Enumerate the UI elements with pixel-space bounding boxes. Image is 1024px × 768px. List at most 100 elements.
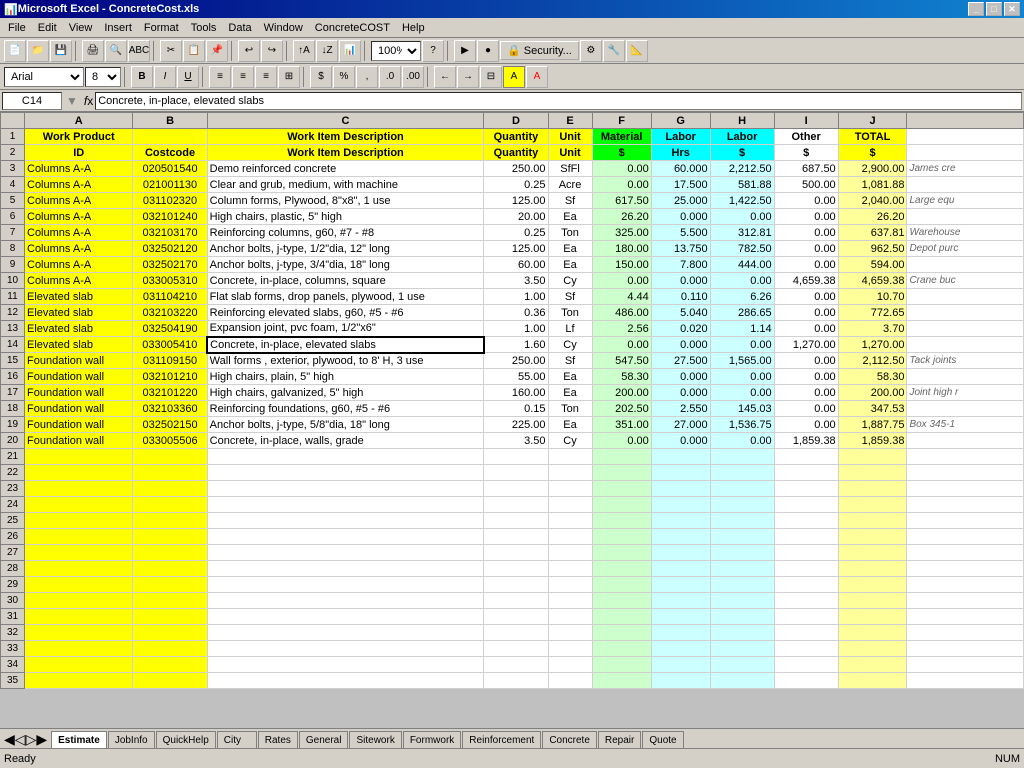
- cell-j20[interactable]: 1,859.38: [838, 433, 907, 449]
- cell-a29[interactable]: [25, 577, 133, 593]
- cell-F1[interactable]: Material: [592, 129, 651, 145]
- cell-f34[interactable]: [592, 657, 651, 673]
- cell-j32[interactable]: [838, 625, 907, 641]
- cell-c21[interactable]: [207, 449, 484, 465]
- cell-i35[interactable]: [774, 673, 838, 689]
- tab-quote[interactable]: Quote: [642, 731, 683, 748]
- cell-J1[interactable]: TOTAL: [838, 129, 907, 145]
- cell-G1[interactable]: Labor: [651, 129, 710, 145]
- cell-c20[interactable]: Concrete, in-place, walls, grade: [207, 433, 484, 449]
- cell-g3[interactable]: 60.000: [651, 161, 710, 177]
- cell-f5[interactable]: 617.50: [592, 193, 651, 209]
- cell-a9[interactable]: Columns A-A: [25, 257, 133, 273]
- cell-h14[interactable]: 0.00: [710, 337, 774, 353]
- cell-k19[interactable]: Box 345-1: [907, 417, 1024, 433]
- cell-b30[interactable]: [133, 593, 207, 609]
- cell-d11[interactable]: 1.00: [484, 289, 548, 305]
- cell-a25[interactable]: [25, 513, 133, 529]
- increase-decimal-button[interactable]: .0: [379, 66, 401, 88]
- cell-k16[interactable]: [907, 369, 1024, 385]
- cell-b31[interactable]: [133, 609, 207, 625]
- cell-c29[interactable]: [207, 577, 484, 593]
- cell-g11[interactable]: 0.110: [651, 289, 710, 305]
- cell-j18[interactable]: 347.53: [838, 401, 907, 417]
- cell-a30[interactable]: [25, 593, 133, 609]
- cell-i20[interactable]: 1,859.38: [774, 433, 838, 449]
- cell-f32[interactable]: [592, 625, 651, 641]
- col-header-J[interactable]: J: [838, 113, 907, 129]
- cell-c10[interactable]: Concrete, in-place, columns, square: [207, 273, 484, 289]
- cell-b10[interactable]: 033005310: [133, 273, 207, 289]
- tab-concrete[interactable]: Concrete: [542, 731, 597, 748]
- cell-d22[interactable]: [484, 465, 548, 481]
- cell-d33[interactable]: [484, 641, 548, 657]
- cell-a23[interactable]: [25, 481, 133, 497]
- cell-f25[interactable]: [592, 513, 651, 529]
- extra-button[interactable]: 📐: [626, 40, 648, 62]
- minimize-button[interactable]: _: [968, 2, 984, 16]
- cell-K1[interactable]: [907, 129, 1024, 145]
- cell-a28[interactable]: [25, 561, 133, 577]
- cell-j6[interactable]: 26.20: [838, 209, 907, 225]
- cell-k14[interactable]: [907, 337, 1024, 353]
- cell-D1[interactable]: Quantity: [484, 129, 548, 145]
- cell-c13[interactable]: Expansion joint, pvc foam, 1/2"x6": [207, 321, 484, 337]
- cell-B2[interactable]: Costcode: [133, 145, 207, 161]
- cell-j3[interactable]: 2,900.00: [838, 161, 907, 177]
- close-button[interactable]: ✕: [1004, 2, 1020, 16]
- cell-d13[interactable]: 1.00: [484, 321, 548, 337]
- cell-D2[interactable]: Quantity: [484, 145, 548, 161]
- undo-button[interactable]: ↩: [238, 40, 260, 62]
- cell-g30[interactable]: [651, 593, 710, 609]
- cell-i34[interactable]: [774, 657, 838, 673]
- cell-f29[interactable]: [592, 577, 651, 593]
- cell-e11[interactable]: Sf: [548, 289, 592, 305]
- cell-j8[interactable]: 962.50: [838, 241, 907, 257]
- cell-g7[interactable]: 5.500: [651, 225, 710, 241]
- cell-e20[interactable]: Cy: [548, 433, 592, 449]
- cell-d16[interactable]: 55.00: [484, 369, 548, 385]
- cell-i13[interactable]: 0.00: [774, 321, 838, 337]
- cell-c8[interactable]: Anchor bolts, j-type, 1/2"dia, 12" long: [207, 241, 484, 257]
- cell-a4[interactable]: Columns A-A: [25, 177, 133, 193]
- cell-b18[interactable]: 032103360: [133, 401, 207, 417]
- cell-g4[interactable]: 17.500: [651, 177, 710, 193]
- cell-g6[interactable]: 0.000: [651, 209, 710, 225]
- cell-h22[interactable]: [710, 465, 774, 481]
- cell-h6[interactable]: 0.00: [710, 209, 774, 225]
- chart-button[interactable]: 📊: [339, 40, 361, 62]
- save-button[interactable]: 💾: [50, 40, 72, 62]
- cell-i14[interactable]: 1,270.00: [774, 337, 838, 353]
- cell-c12[interactable]: Reinforcing elevated slabs, g60, #5 - #6: [207, 305, 484, 321]
- cell-b24[interactable]: [133, 497, 207, 513]
- col-header-A[interactable]: A: [25, 113, 133, 129]
- font-name-select[interactable]: Arial: [4, 67, 84, 87]
- cell-h29[interactable]: [710, 577, 774, 593]
- cell-g18[interactable]: 2.550: [651, 401, 710, 417]
- cell-d27[interactable]: [484, 545, 548, 561]
- cell-d8[interactable]: 125.00: [484, 241, 548, 257]
- cell-e13[interactable]: Lf: [548, 321, 592, 337]
- decrease-decimal-button[interactable]: .00: [402, 66, 424, 88]
- cell-k33[interactable]: [907, 641, 1024, 657]
- tab-scroll-right[interactable]: ▶: [36, 731, 47, 748]
- cell-i23[interactable]: [774, 481, 838, 497]
- cell-i31[interactable]: [774, 609, 838, 625]
- cell-k3[interactable]: James cre: [907, 161, 1024, 177]
- cell-i29[interactable]: [774, 577, 838, 593]
- cell-g20[interactable]: 0.000: [651, 433, 710, 449]
- italic-button[interactable]: I: [154, 66, 176, 88]
- cell-c22[interactable]: [207, 465, 484, 481]
- menu-file[interactable]: File: [2, 20, 32, 36]
- cell-b21[interactable]: [133, 449, 207, 465]
- cell-f15[interactable]: 547.50: [592, 353, 651, 369]
- cell-a15[interactable]: Foundation wall: [25, 353, 133, 369]
- cell-d23[interactable]: [484, 481, 548, 497]
- cell-e15[interactable]: Sf: [548, 353, 592, 369]
- cell-b34[interactable]: [133, 657, 207, 673]
- cell-f35[interactable]: [592, 673, 651, 689]
- cell-e32[interactable]: [548, 625, 592, 641]
- cell-i6[interactable]: 0.00: [774, 209, 838, 225]
- cell-f13[interactable]: 2.56: [592, 321, 651, 337]
- cell-b6[interactable]: 032101240: [133, 209, 207, 225]
